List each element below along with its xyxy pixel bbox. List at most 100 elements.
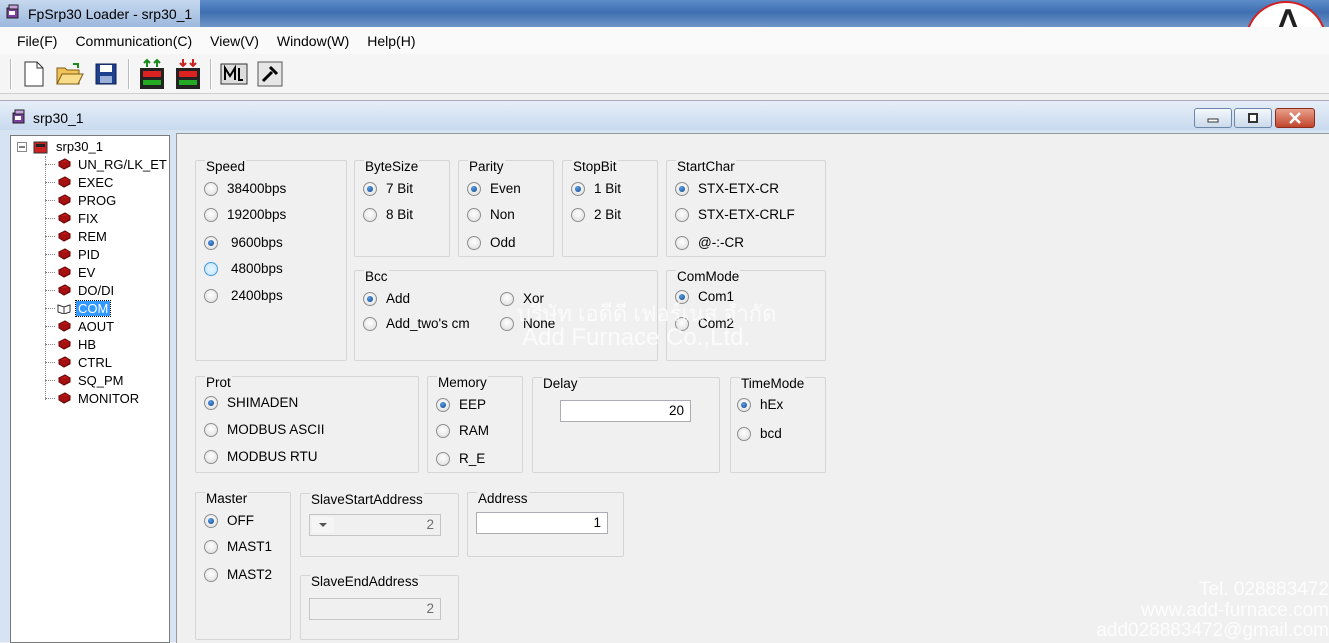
menu-view[interactable]: View(V) <box>201 33 268 49</box>
radio-memory-eep[interactable]: EEP <box>436 397 486 412</box>
save-icon[interactable] <box>91 59 121 89</box>
menu-window[interactable]: Window(W) <box>268 33 358 49</box>
radio-button[interactable] <box>204 181 218 196</box>
radio-bytesize-7[interactable]: 7 Bit <box>363 181 413 196</box>
memory-title: Memory <box>437 375 488 390</box>
minimize-button[interactable] <box>1194 108 1232 128</box>
radio-button[interactable] <box>204 422 218 437</box>
radio-parity-non[interactable]: Non <box>467 207 515 222</box>
slave-start-address-group: SlaveStartAddress 2 <box>300 492 459 557</box>
download-device-icon[interactable] <box>173 58 203 89</box>
collapse-icon[interactable] <box>17 141 27 152</box>
tree-item-prog[interactable]: PROG <box>45 191 118 209</box>
radio-button[interactable] <box>467 207 481 222</box>
radio-memory-ram[interactable]: RAM <box>436 423 489 438</box>
tree-item-aout[interactable]: AOUT <box>45 317 116 335</box>
radio-button[interactable] <box>571 207 585 222</box>
radio-button[interactable] <box>204 395 218 410</box>
book-icon <box>57 284 71 296</box>
menu-help[interactable]: Help(H) <box>358 33 424 49</box>
radio-button[interactable] <box>737 397 751 412</box>
menu-communication[interactable]: Communication(C) <box>66 33 201 49</box>
radio-button[interactable] <box>500 291 514 306</box>
radio-parity-even[interactable]: Even <box>467 181 521 196</box>
radio-button[interactable] <box>204 513 218 528</box>
tree-item-ctrl[interactable]: CTRL <box>45 353 114 371</box>
radio-button[interactable] <box>500 316 514 331</box>
tree-item-un-rg-lk-et[interactable]: UN_RG/LK_ET <box>45 155 169 173</box>
radio-master-mast1[interactable]: MAST1 <box>204 539 272 554</box>
radio-startchar-stx-etx-crlf[interactable]: STX-ETX-CRLF <box>675 207 795 222</box>
radio-button[interactable] <box>436 397 450 412</box>
tree-item-sq-pm[interactable]: SQ_PM <box>45 371 126 389</box>
radio-button[interactable] <box>675 181 689 196</box>
radio-memory-re[interactable]: R_E <box>436 451 485 466</box>
radio-button[interactable] <box>204 235 218 250</box>
restore-button[interactable] <box>1234 108 1272 128</box>
radio-bcc-add-twos[interactable]: Add_two's cm <box>363 316 470 331</box>
tree-item-exec[interactable]: EXEC <box>45 173 115 191</box>
delay-input[interactable]: 20 <box>560 400 691 422</box>
radio-button[interactable] <box>737 426 751 441</box>
new-file-icon[interactable] <box>19 59 49 89</box>
tool-icon[interactable] <box>255 59 285 89</box>
radio-button[interactable] <box>467 235 481 250</box>
radio-button[interactable] <box>204 539 218 554</box>
radio-parity-odd[interactable]: Odd <box>467 235 516 250</box>
toolbar-separator <box>128 58 130 89</box>
address-input[interactable]: 1 <box>476 512 608 534</box>
radio-button[interactable] <box>436 423 450 438</box>
radio-stopbit-2[interactable]: 2 Bit <box>571 207 621 222</box>
tree-item-pid[interactable]: PID <box>45 245 102 263</box>
radio-button[interactable] <box>363 181 377 196</box>
radio-startchar-at-cr[interactable]: @-:-CR <box>675 235 744 250</box>
tree-item-monitor[interactable]: MONITOR <box>45 389 141 407</box>
radio-button[interactable] <box>467 181 481 196</box>
tree-item-hb[interactable]: HB <box>45 335 98 353</box>
tree-item-com[interactable]: COM <box>45 299 112 317</box>
radio-stopbit-1[interactable]: 1 Bit <box>571 181 621 196</box>
tree-item-fix[interactable]: FIX <box>45 209 100 227</box>
radio-speed-4800[interactable]: 4800bps <box>204 261 283 276</box>
app-title-bar: FpSrp30 Loader - srp30_1 <box>0 0 1329 27</box>
radio-button[interactable] <box>675 207 689 222</box>
radio-button[interactable] <box>204 288 218 303</box>
tree-item-do-di[interactable]: DO/DI <box>45 281 116 299</box>
radio-prot-shimaden[interactable]: SHIMADEN <box>204 395 298 410</box>
radio-button[interactable] <box>204 449 218 464</box>
radio-button[interactable] <box>571 181 585 196</box>
upload-device-icon[interactable] <box>137 58 167 89</box>
radio-speed-38400[interactable]: 38400bps <box>204 181 286 196</box>
radio-button[interactable] <box>363 207 377 222</box>
radio-prot-modbus-rtu[interactable]: MODBUS RTU <box>204 449 318 464</box>
tree-item-rem[interactable]: REM <box>45 227 109 245</box>
radio-button[interactable] <box>363 291 377 306</box>
radio-master-mast2[interactable]: MAST2 <box>204 567 272 582</box>
tree-item-ev[interactable]: EV <box>45 263 97 281</box>
radio-prot-modbus-ascii[interactable]: MODBUS ASCII <box>204 422 325 437</box>
radio-timemode-hex[interactable]: hEx <box>737 397 783 412</box>
tree-root[interactable]: srp30_1 <box>17 139 105 154</box>
monitor-icon[interactable] <box>219 59 249 89</box>
menu-file[interactable]: File(F) <box>8 33 66 49</box>
radio-button[interactable] <box>363 316 377 331</box>
radio-speed-2400[interactable]: 2400bps <box>204 288 283 303</box>
tree-item-label: FIX <box>78 210 99 226</box>
radio-master-off[interactable]: OFF <box>204 513 254 528</box>
radio-bcc-add[interactable]: Add <box>363 291 410 306</box>
book-icon <box>57 392 71 404</box>
radio-label: 19200bps <box>227 207 287 222</box>
radio-timemode-bcd[interactable]: bcd <box>737 426 782 441</box>
open-folder-icon[interactable] <box>55 59 85 89</box>
radio-button[interactable] <box>204 207 218 222</box>
radio-button[interactable] <box>204 261 218 276</box>
radio-bytesize-8[interactable]: 8 Bit <box>363 207 413 222</box>
radio-startchar-stx-etx-cr[interactable]: STX-ETX-CR <box>675 181 779 196</box>
book-icon <box>57 266 71 278</box>
radio-button[interactable] <box>675 235 689 250</box>
close-button[interactable] <box>1275 108 1315 128</box>
radio-speed-19200[interactable]: 19200bps <box>204 207 286 222</box>
radio-button[interactable] <box>436 451 450 466</box>
radio-button[interactable] <box>204 567 218 582</box>
radio-speed-9600[interactable]: 9600bps <box>204 235 283 250</box>
